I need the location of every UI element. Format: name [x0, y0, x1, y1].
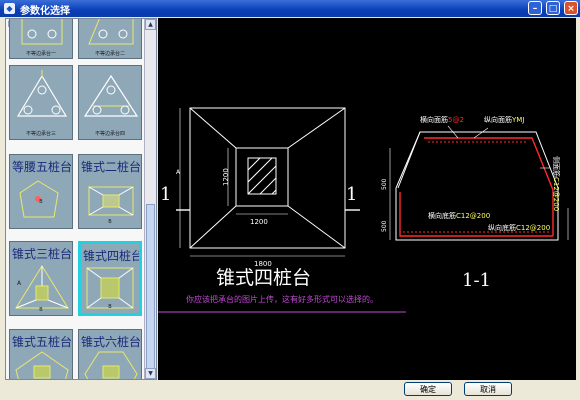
thumb-caption: A [16, 280, 22, 287]
label-bot-bar-h-value: C12@200 [456, 212, 490, 220]
thumb-diagram [84, 351, 138, 379]
plan-view [176, 107, 360, 257]
label-side-bar: 侧面筋C12@200 [552, 156, 561, 211]
dialog-footer: 确定 取消 [0, 380, 580, 400]
thumb-caption: 不等边承台四 [94, 131, 125, 137]
note-text: 你应该把承台的图片上传，这有好多形式可以选择的。 [186, 294, 378, 304]
thumb-diagram [15, 351, 69, 379]
thumb-unequal-4[interactable]: 不等边承台四 [78, 65, 142, 140]
dim-h2: 500 [381, 220, 388, 232]
scroll-thumb[interactable] [146, 204, 155, 372]
label-bot-bar-h: 横向底筋C12@200 [428, 211, 490, 220]
cad-drawing: 1 1 A 1200 1200 1800 锥式四桩台 横向面筋5@2 纵向面筋Y… [158, 107, 569, 313]
app-icon: ◆ [4, 3, 15, 14]
thumb-caption: 不等边承台三 [25, 131, 56, 137]
section-marker-right: 1 [346, 184, 357, 205]
label-bot-bar-v-value: C12@200 [516, 224, 550, 232]
thumb-unequal-1[interactable]: 不等边承台一 [9, 19, 73, 59]
thumb-cone-2pile[interactable]: 锥式二桩台 B [78, 154, 142, 229]
label-bot-bar-v: 纵向底筋C12@200 [488, 223, 550, 232]
label-bot-bar-h-name: 横向底筋 [428, 211, 456, 220]
plan-title: 锥式四桩台 [216, 267, 311, 289]
dim-inner-height: 1200 [222, 168, 230, 186]
thumb-diagram [19, 180, 59, 218]
maximize-button[interactable]: □ [546, 1, 560, 15]
thumb-cone-3pile[interactable]: 锥式三桩台 A B [9, 241, 73, 316]
thumb-unequal-3[interactable]: 不等边承台三 [9, 65, 73, 140]
thumb-caption: B [108, 304, 112, 310]
thumb-caption: 不等边承台一 [25, 51, 56, 57]
cancel-button[interactable]: 取消 [464, 382, 512, 396]
ok-button[interactable]: 确定 [404, 382, 452, 396]
minimize-button[interactable]: – [528, 1, 542, 15]
window-title: 参数化选择 [20, 6, 70, 17]
thumb-isosceles-5pile[interactable]: 等腰五桩台 B [9, 154, 73, 229]
thumb-diagram [88, 186, 134, 216]
label-top-bar-h: 横向面筋5@2 [420, 115, 464, 124]
thumb-caption: B [39, 199, 43, 205]
scroll-down-button[interactable]: ▼ [145, 368, 156, 379]
thumb-cone-4pile[interactable]: 锥式四桩台 B [78, 241, 142, 316]
close-button[interactable]: × [564, 1, 578, 15]
label-top-bar-h-value: 5@2 [448, 116, 464, 124]
thumb-diagram [86, 267, 134, 309]
thumb-cone-5pile[interactable]: 锥式五桩台 [9, 329, 73, 379]
label-top-bar-h-name: 横向面筋 [420, 115, 448, 124]
scroll-up-button[interactable]: ▲ [145, 19, 156, 30]
thumb-caption: 不等边承台二 [94, 51, 125, 57]
drawing-canvas: 1 1 A 1200 1200 1800 锥式四桩台 横向面筋5@2 纵向面筋Y… [158, 18, 576, 380]
thumb-diagram [83, 74, 139, 117]
label-top-bar-v-value: YMJ [511, 116, 524, 124]
label-side-bar-value: C12@200 [552, 177, 560, 211]
thumb-caption: B [108, 219, 112, 225]
label-side-bar-name: 侧面筋 [552, 156, 561, 177]
label-top-bar-v: 纵向面筋YMJ [484, 115, 524, 124]
label-bot-bar-v-name: 纵向底筋 [488, 223, 516, 232]
label-top-bar-v-name: 纵向面筋 [484, 115, 512, 124]
section-title: 1-1 [462, 270, 491, 291]
thumb-caption: B [39, 307, 43, 313]
section-marker-left: 1 [160, 184, 171, 205]
vertical-scrollbar[interactable]: ▲ ▼ [144, 19, 156, 379]
thumb-diagram [15, 265, 69, 309]
thumbnail-list[interactable]: 图库 不等边承台一 不等边承台二 不等边承台三 [5, 18, 157, 380]
title-bar: ◆ 参数化选择 – □ × [0, 0, 580, 17]
dim-inner-width: 1200 [250, 218, 268, 226]
thumb-cone-6pile[interactable]: 锥式六桩台 [78, 329, 142, 379]
thumb-unequal-2[interactable]: 不等边承台二 [78, 19, 142, 59]
thumb-diagram [16, 70, 68, 117]
dim-h1: 500 [381, 178, 388, 190]
section-view [389, 125, 569, 241]
